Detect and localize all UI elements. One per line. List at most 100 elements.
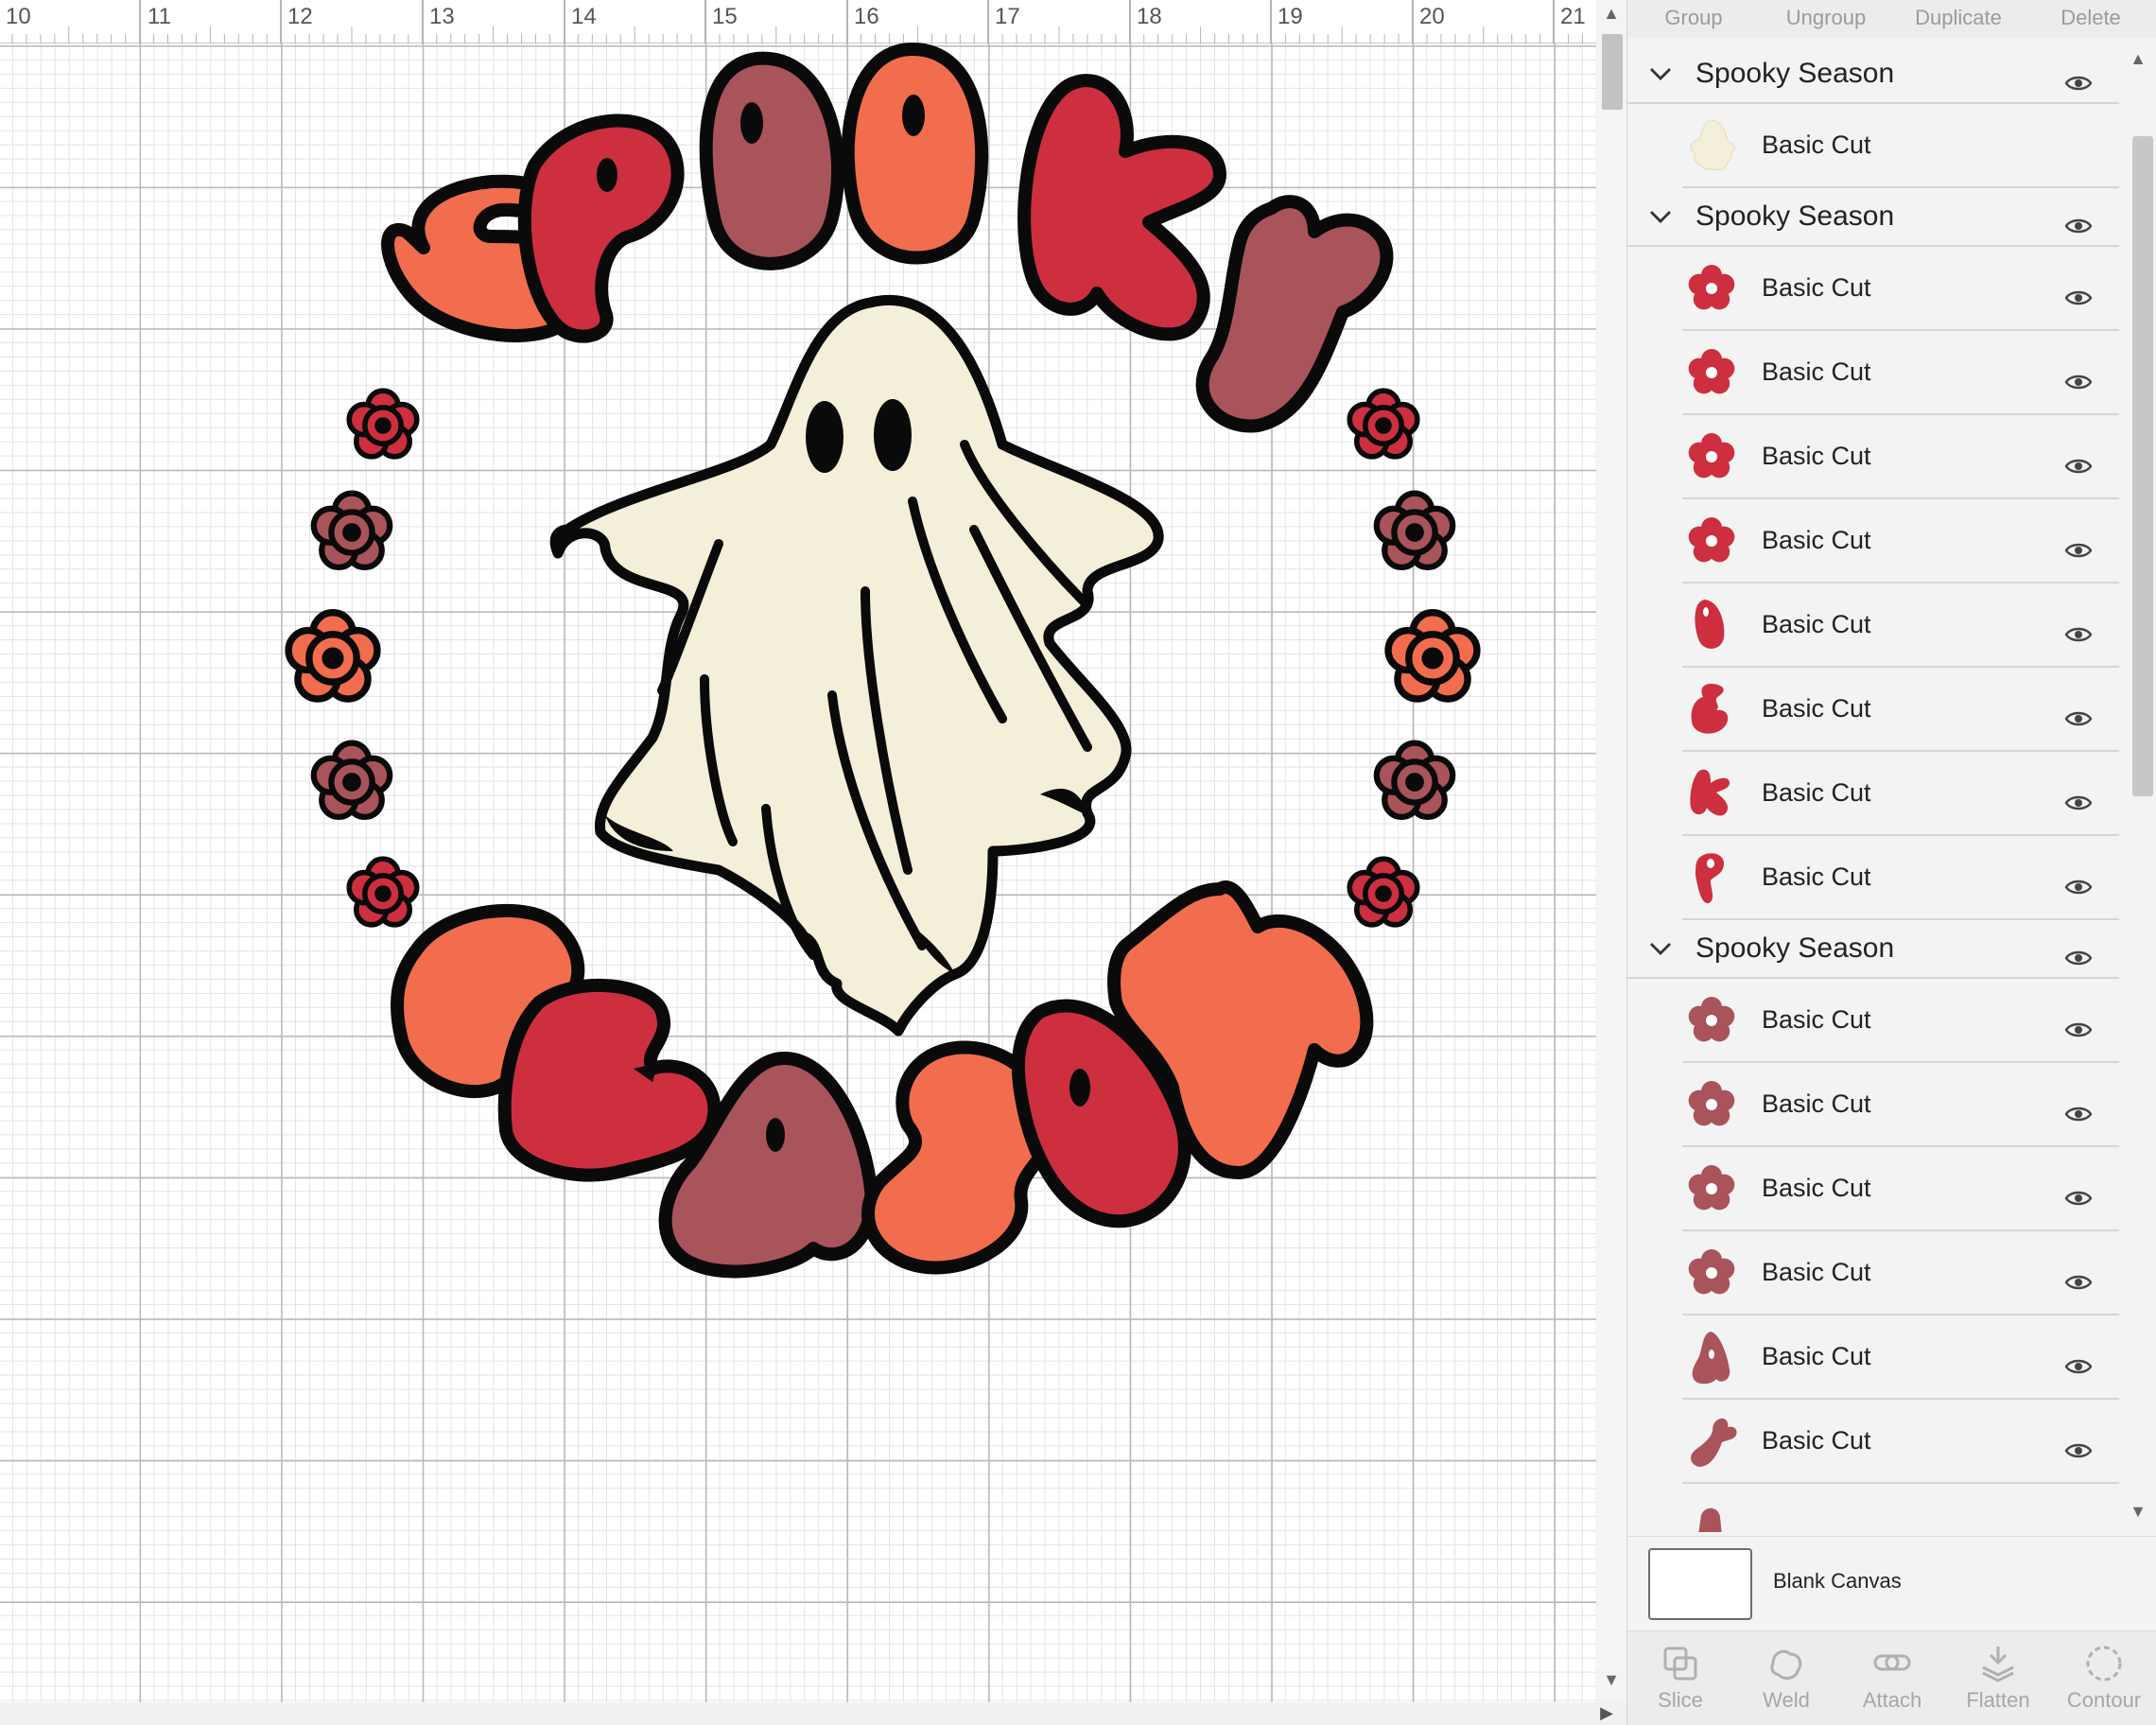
attach-button[interactable]: Attach bbox=[1839, 1631, 1945, 1725]
ruler-label: 11 bbox=[148, 4, 171, 29]
layer-row[interactable]: Basic Cut bbox=[1682, 752, 2119, 836]
slice-button[interactable]: Slice bbox=[1627, 1631, 1733, 1725]
ruler-label: 21 bbox=[1560, 4, 1586, 29]
scrollbar-thumb[interactable] bbox=[2132, 136, 2153, 796]
ruler-label: 10 bbox=[6, 4, 31, 29]
scrollbar-thumb[interactable] bbox=[1602, 34, 1623, 110]
scroll-down-arrow-icon[interactable]: ▼ bbox=[2123, 1502, 2153, 1522]
group-name: Spooky Season bbox=[1695, 58, 1895, 89]
weld-button[interactable]: Weld bbox=[1733, 1631, 1839, 1725]
letter-shape-icon bbox=[1682, 1496, 1741, 1532]
ruler-label: 20 bbox=[1419, 4, 1445, 29]
flower-icon bbox=[1682, 1244, 1741, 1302]
letter-k[interactable] bbox=[1017, 74, 1226, 341]
letter-y[interactable] bbox=[1195, 195, 1394, 433]
letter-o-1[interactable] bbox=[699, 51, 845, 270]
flatten-label: Flatten bbox=[1966, 1688, 2030, 1712]
attach-icon bbox=[1873, 1654, 1911, 1671]
layers-scrollbar[interactable]: ▲ ▼ bbox=[2119, 45, 2156, 1532]
layer-operation-label: Basic Cut bbox=[1762, 131, 1871, 159]
layer-row[interactable]: Basic Cut bbox=[1682, 1400, 2119, 1484]
letter-p[interactable] bbox=[517, 113, 685, 343]
flower-icon bbox=[1682, 343, 1741, 402]
ruler-label: 14 bbox=[571, 4, 597, 29]
contour-icon bbox=[2086, 1646, 2122, 1681]
chevron-down-icon[interactable] bbox=[1648, 941, 1684, 956]
layer-row[interactable]: Basic Cut bbox=[1682, 104, 2119, 188]
layer-group-header[interactable]: Spooky Season bbox=[1627, 45, 2119, 104]
letter-p-icon bbox=[1682, 848, 1741, 907]
scroll-up-arrow-icon[interactable]: ▲ bbox=[1596, 4, 1626, 24]
weld-icon bbox=[1770, 1649, 1802, 1680]
scroll-up-arrow-icon[interactable]: ▲ bbox=[2123, 49, 2153, 69]
group-name: Spooky Season bbox=[1695, 200, 1895, 232]
contour-label: Contour bbox=[2066, 1688, 2142, 1712]
flowers-left[interactable] bbox=[288, 391, 417, 925]
flower-icon bbox=[1682, 991, 1741, 1050]
ghost[interactable] bbox=[549, 295, 1164, 1037]
slice-icon bbox=[1663, 1647, 1697, 1681]
flatten-button[interactable]: Flatten bbox=[1945, 1631, 2051, 1725]
chevron-down-icon[interactable] bbox=[1648, 66, 1684, 81]
letter-e[interactable] bbox=[497, 978, 722, 1182]
layer-row-partial[interactable] bbox=[1682, 1484, 2119, 1532]
layer-row[interactable]: Basic Cut bbox=[1682, 836, 2119, 920]
canvas-color-swatch[interactable] bbox=[1648, 1548, 1752, 1620]
canvas-horizontal-scrollbar[interactable]: ▶ bbox=[0, 1702, 1626, 1725]
spooky-season-design[interactable] bbox=[265, 38, 1513, 1305]
layer-row[interactable]: Basic Cut bbox=[1682, 979, 2119, 1063]
ruler-label: 13 bbox=[429, 4, 455, 29]
weld-label: Weld bbox=[1763, 1688, 1810, 1712]
layer-group-header[interactable]: Spooky Season bbox=[1627, 920, 2119, 979]
scroll-right-arrow-icon[interactable]: ▶ bbox=[1600, 1703, 1613, 1723]
layer-row[interactable]: Basic Cut bbox=[1682, 584, 2119, 668]
canvas[interactable]: 10 11 12 13 14 15 16 17 18 19 20 21 bbox=[0, 0, 1596, 1702]
layer-row[interactable]: Basic Cut bbox=[1682, 415, 2119, 499]
layer-row[interactable]: Basic Cut bbox=[1682, 1316, 2119, 1400]
flowers-right[interactable] bbox=[1349, 391, 1477, 925]
letter-y-icon bbox=[1682, 1412, 1741, 1471]
layer-row[interactable]: Basic Cut bbox=[1682, 1063, 2119, 1147]
canvas-vertical-scrollbar[interactable]: ▲ ▼ bbox=[1596, 0, 1626, 1702]
layer-row[interactable]: Basic Cut bbox=[1682, 247, 2119, 331]
flower-icon bbox=[1682, 1159, 1741, 1218]
layer-row[interactable]: Basic Cut bbox=[1682, 331, 2119, 415]
chevron-down-icon[interactable] bbox=[1648, 209, 1684, 224]
ghost-shape-icon bbox=[1682, 116, 1741, 175]
ruler-label: 17 bbox=[995, 4, 1020, 29]
flower-icon bbox=[1682, 259, 1741, 318]
letter-a-icon bbox=[1682, 1328, 1741, 1386]
ungroup-button[interactable]: Ungroup bbox=[1760, 0, 1892, 38]
blank-canvas-label: Blank Canvas bbox=[1773, 1569, 1902, 1593]
delete-button[interactable]: Delete bbox=[2025, 0, 2156, 38]
letter-e-icon bbox=[1682, 680, 1741, 739]
layer-row[interactable]: Basic Cut bbox=[1682, 668, 2119, 752]
flatten-icon bbox=[1982, 1647, 2014, 1682]
design-space: 10 11 12 13 14 15 16 17 18 19 20 21 ▲ ▼ … bbox=[0, 0, 2156, 1725]
layers-toolbar: Group Ungroup Duplicate Delete bbox=[1627, 0, 2156, 38]
layer-list[interactable]: Spooky Season Basic Cut Spooky Season Basic… bbox=[1627, 45, 2119, 1532]
attach-label: Attach bbox=[1862, 1688, 1922, 1712]
layer-row[interactable]: Basic Cut bbox=[1682, 499, 2119, 584]
duplicate-button[interactable]: Duplicate bbox=[1892, 0, 2025, 38]
letter-o-icon bbox=[1682, 596, 1741, 654]
slice-label: Slice bbox=[1658, 1688, 1703, 1712]
letter-k-icon bbox=[1682, 764, 1741, 823]
ruler-label: 12 bbox=[287, 4, 313, 29]
layer-row[interactable]: Basic Cut bbox=[1682, 1147, 2119, 1231]
layer-group-header[interactable]: Spooky Season bbox=[1627, 188, 2119, 247]
ruler-label: 15 bbox=[712, 4, 738, 29]
flower-icon bbox=[1682, 512, 1741, 570]
letter-o-2[interactable] bbox=[841, 43, 989, 265]
ruler-label: 16 bbox=[854, 4, 879, 29]
bottom-toolbar: Slice Weld Attach Flatten Contour bbox=[1627, 1630, 2156, 1725]
layers-panel: Group Ungroup Duplicate Delete Spooky Se… bbox=[1626, 0, 2156, 1725]
contour-button[interactable]: Contour bbox=[2051, 1631, 2156, 1725]
group-button[interactable]: Group bbox=[1627, 0, 1760, 38]
ruler-label: 18 bbox=[1137, 4, 1162, 29]
scroll-down-arrow-icon[interactable]: ▼ bbox=[1596, 1670, 1626, 1690]
blank-canvas-layer[interactable]: Blank Canvas bbox=[1627, 1536, 2156, 1630]
layer-row[interactable]: Basic Cut bbox=[1682, 1231, 2119, 1316]
ruler-label: 19 bbox=[1278, 4, 1303, 29]
group-name: Spooky Season bbox=[1695, 932, 1895, 964]
